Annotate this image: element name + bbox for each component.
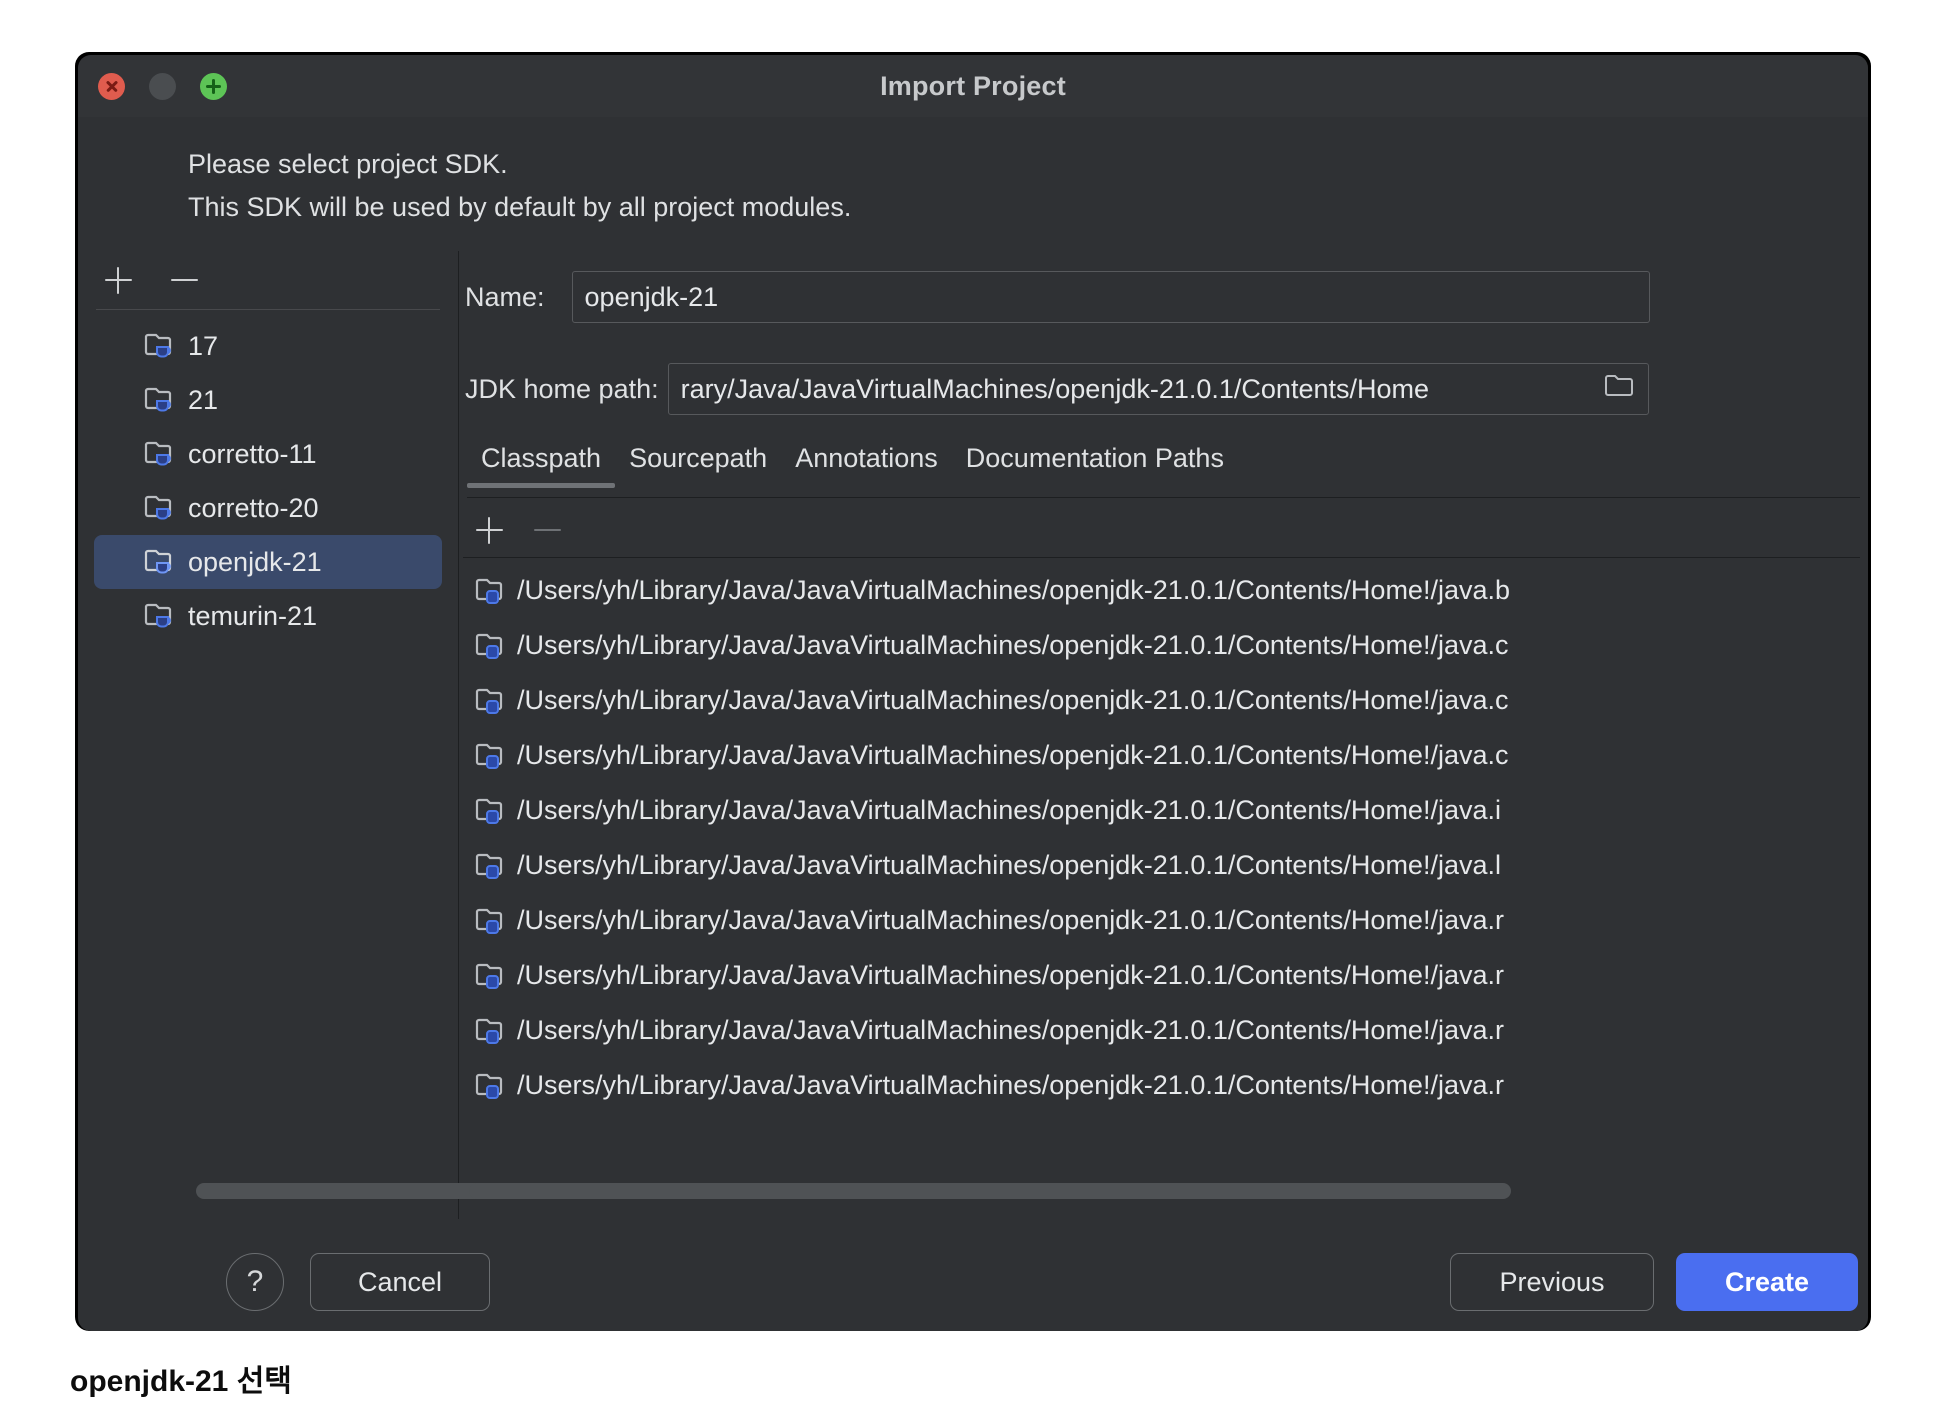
classpath-row[interactable]: /Users/yh/Library/Java/JavaVirtualMachin… <box>463 673 1860 728</box>
previous-button[interactable]: Previous <box>1450 1253 1654 1311</box>
classpath-entry-text: /Users/yh/Library/Java/JavaVirtualMachin… <box>517 905 1504 936</box>
jdk-home-path-label: JDK home path: <box>465 374 659 405</box>
create-button[interactable]: Create <box>1676 1253 1858 1311</box>
sdk-list-item-label: 17 <box>188 331 218 362</box>
remove-sdk-button[interactable] <box>162 258 206 302</box>
jdk-folder-icon <box>144 601 178 631</box>
classpath-entry-text: /Users/yh/Library/Java/JavaVirtualMachin… <box>517 630 1509 661</box>
classpath-row[interactable]: /Users/yh/Library/Java/JavaVirtualMachin… <box>463 1003 1860 1058</box>
jdk-folder-icon <box>144 385 178 415</box>
add-sdk-button[interactable] <box>96 258 140 302</box>
classpath-entry-text: /Users/yh/Library/Java/JavaVirtualMachin… <box>517 575 1510 606</box>
tab-annotations[interactable]: Annotations <box>781 443 952 488</box>
classpath-entry-text: /Users/yh/Library/Java/JavaVirtualMachin… <box>517 1015 1504 1046</box>
sdk-list-item-label: temurin-21 <box>188 601 317 632</box>
dialog-body: 17 21 <box>78 251 1868 1241</box>
jar-folder-icon <box>475 631 509 661</box>
sdk-list-toolbar <box>78 251 458 309</box>
classpath-entry-text: /Users/yh/Library/Java/JavaVirtualMachin… <box>517 740 1509 771</box>
remove-classpath-button <box>525 508 569 552</box>
cancel-button[interactable]: Cancel <box>310 1253 490 1311</box>
classpath-row[interactable]: /Users/yh/Library/Java/JavaVirtualMachin… <box>463 563 1860 618</box>
screenshot-root: Import Project Please select project SDK… <box>0 0 1948 1412</box>
prompt-line-2: This SDK will be used by default by all … <box>188 186 851 229</box>
jar-folder-icon <box>475 686 509 716</box>
classpath-list[interactable]: /Users/yh/Library/Java/JavaVirtualMachin… <box>463 563 1860 1183</box>
classpath-toolbar <box>463 503 1863 557</box>
classpath-row[interactable]: /Users/yh/Library/Java/JavaVirtualMachin… <box>463 618 1860 673</box>
name-input-value: openjdk-21 <box>585 282 719 313</box>
import-project-dialog: Import Project Please select project SDK… <box>78 55 1868 1331</box>
tab-documentation-paths[interactable]: Documentation Paths <box>952 443 1238 488</box>
classpath-entry-text: /Users/yh/Library/Java/JavaVirtualMachin… <box>517 960 1504 991</box>
sdk-list-item-label: corretto-11 <box>188 439 317 470</box>
jar-folder-icon <box>475 961 509 991</box>
window-title: Import Project <box>78 71 1868 102</box>
classpath-entry-text: /Users/yh/Library/Java/JavaVirtualMachin… <box>517 1070 1504 1101</box>
sdk-list-item-label: corretto-20 <box>188 493 319 524</box>
detail-tabs[interactable]: Classpath Sourcepath Annotations Documen… <box>467 443 1867 499</box>
jar-folder-icon <box>475 576 509 606</box>
folder-icon[interactable] <box>1604 373 1634 406</box>
jar-folder-icon <box>475 851 509 881</box>
sdk-list-item-label: 21 <box>188 385 218 416</box>
classpath-row[interactable]: /Users/yh/Library/Java/JavaVirtualMachin… <box>463 1058 1860 1113</box>
plus-icon <box>476 517 503 544</box>
add-classpath-button[interactable] <box>467 508 511 552</box>
tab-classpath[interactable]: Classpath <box>467 443 615 488</box>
help-button[interactable]: ? <box>226 1253 284 1311</box>
classpath-horizontal-scrollbar[interactable] <box>469 1183 1861 1199</box>
tab-sourcepath[interactable]: Sourcepath <box>615 443 781 488</box>
sdk-list-panel: 17 21 <box>78 251 458 1241</box>
classpath-entry-text: /Users/yh/Library/Java/JavaVirtualMachin… <box>517 795 1501 826</box>
jdk-folder-icon <box>144 493 178 523</box>
classpath-toolbar-divider <box>463 557 1860 558</box>
figure-caption: openjdk-21 선택 <box>70 1356 292 1400</box>
classpath-entry-text: /Users/yh/Library/Java/JavaVirtualMachin… <box>517 685 1509 716</box>
tabs-underline <box>467 497 1860 498</box>
jdk-home-path-value: rary/Java/JavaVirtualMachines/openjdk-21… <box>681 374 1429 405</box>
sdk-list-item-corretto-20[interactable]: corretto-20 <box>94 481 442 535</box>
plus-icon <box>105 267 132 294</box>
prompt-line-1: Please select project SDK. <box>188 143 851 186</box>
name-row: Name: openjdk-21 <box>465 271 1650 323</box>
classpath-row[interactable]: /Users/yh/Library/Java/JavaVirtualMachin… <box>463 783 1860 838</box>
minus-icon <box>171 279 198 281</box>
jar-folder-icon <box>475 796 509 826</box>
minus-icon <box>534 529 561 531</box>
name-input[interactable]: openjdk-21 <box>572 271 1650 323</box>
classpath-entry-text: /Users/yh/Library/Java/JavaVirtualMachin… <box>517 850 1501 881</box>
sdk-list-item-label: openjdk-21 <box>188 547 322 578</box>
jdk-home-path-row: JDK home path: rary/Java/JavaVirtualMach… <box>465 363 1649 415</box>
dialog-footer: ? Cancel Previous Create <box>78 1241 1868 1331</box>
classpath-row[interactable]: /Users/yh/Library/Java/JavaVirtualMachin… <box>463 948 1860 1003</box>
sdk-toolbar-divider <box>96 309 440 310</box>
titlebar: Import Project <box>78 55 1868 117</box>
sdk-details-panel: Name: openjdk-21 JDK home path: rary/Jav… <box>459 251 1868 1241</box>
sdk-list-item-corretto-11[interactable]: corretto-11 <box>94 427 442 481</box>
jar-folder-icon <box>475 906 509 936</box>
jdk-folder-icon <box>144 547 178 577</box>
prompt-text: Please select project SDK. This SDK will… <box>188 143 851 229</box>
jar-folder-icon <box>475 741 509 771</box>
sdk-list-item-openjdk-21[interactable]: openjdk-21 <box>94 535 442 589</box>
classpath-row[interactable]: /Users/yh/Library/Java/JavaVirtualMachin… <box>463 728 1860 783</box>
classpath-row[interactable]: /Users/yh/Library/Java/JavaVirtualMachin… <box>463 893 1860 948</box>
sdk-list-item-temurin-21[interactable]: temurin-21 <box>94 589 442 643</box>
jdk-home-path-input[interactable]: rary/Java/JavaVirtualMachines/openjdk-21… <box>668 363 1649 415</box>
jar-folder-icon <box>475 1071 509 1101</box>
sdk-list-item-21[interactable]: 21 <box>94 373 442 427</box>
classpath-row[interactable]: /Users/yh/Library/Java/JavaVirtualMachin… <box>463 838 1860 893</box>
sdk-list-item-17[interactable]: 17 <box>94 319 442 373</box>
name-label: Name: <box>465 282 545 313</box>
jdk-folder-icon <box>144 439 178 469</box>
jar-folder-icon <box>475 1016 509 1046</box>
sdk-list[interactable]: 17 21 <box>78 319 458 643</box>
classpath-horizontal-scroll-thumb[interactable] <box>469 1183 1511 1199</box>
jdk-folder-icon <box>144 331 178 361</box>
